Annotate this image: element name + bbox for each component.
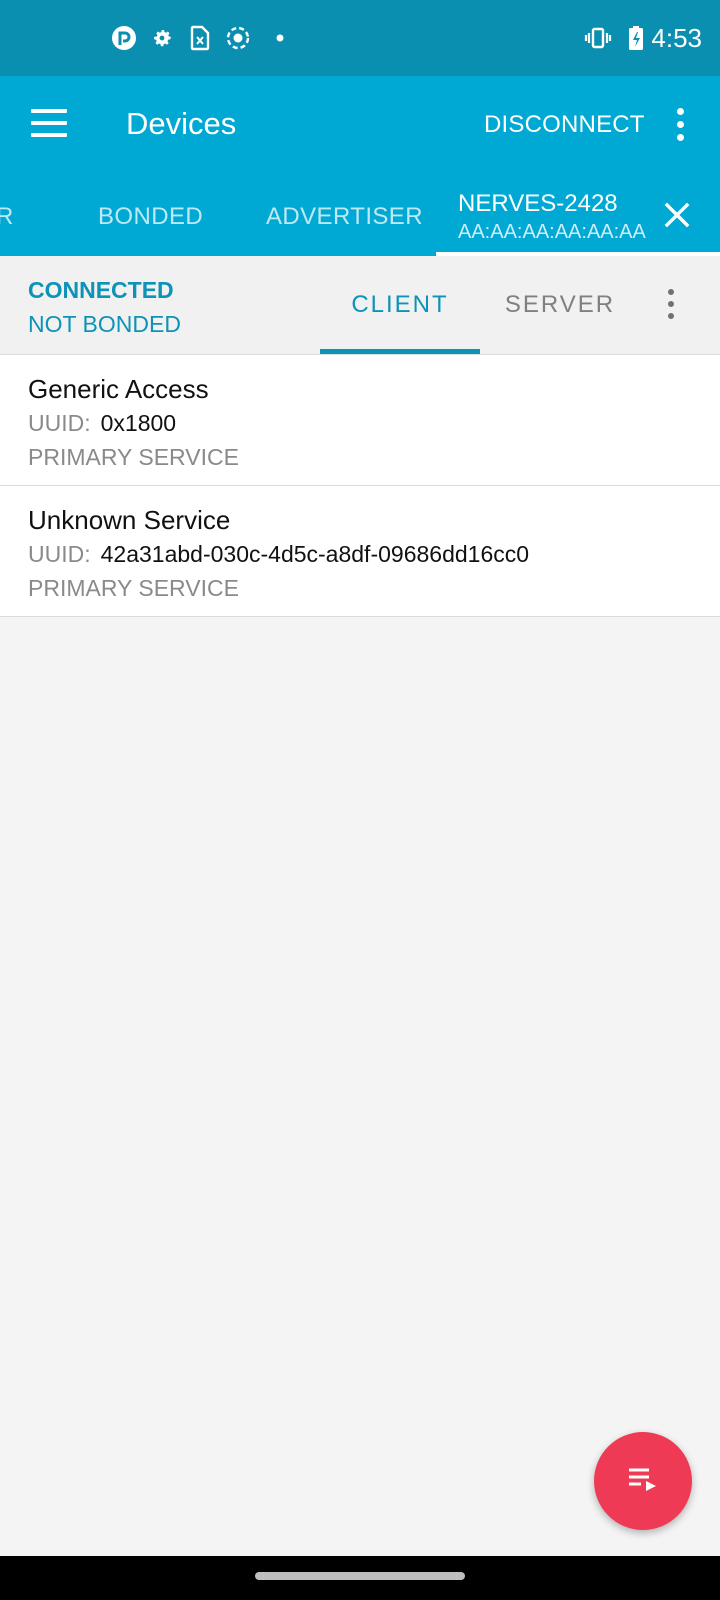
uuid-value: 0x1800	[100, 410, 177, 436]
disconnect-button[interactable]: DISCONNECT	[484, 110, 645, 140]
battery-charging-icon	[622, 24, 650, 52]
tab-client[interactable]: CLIENT	[320, 256, 480, 354]
device-mac-address: AA:AA:AA:AA:AA:AA	[458, 221, 646, 243]
settings-icon	[148, 24, 176, 52]
client-tab-indicator	[320, 349, 480, 354]
service-list: Generic Access UUID: 0x1800 PRIMARY SERVI…	[0, 355, 720, 617]
list-item[interactable]: Unknown Service UUID: 42a31abd-030c-4d5c-…	[0, 486, 720, 617]
log-playlist-icon	[626, 1465, 660, 1498]
home-gesture-handle[interactable]	[255, 1572, 465, 1580]
service-name: Generic Access	[28, 374, 209, 404]
log-fab-button[interactable]	[594, 1432, 692, 1530]
vibrate-icon	[584, 24, 612, 52]
list-item[interactable]: Generic Access UUID: 0x1800 PRIMARY SERVI…	[0, 355, 720, 486]
service-type: PRIMARY SERVICE	[28, 575, 239, 601]
connection-header: CONNECTED NOT BONDED CLIENT SERVER	[0, 256, 720, 355]
bond-state: NOT BONDED	[28, 311, 181, 337]
menu-icon[interactable]	[26, 100, 72, 146]
service-uuid: UUID: 0x1800	[28, 409, 176, 437]
service-uuid: UUID: 42a31abd-030c-4d5c-a8df-09686dd16cc…	[28, 540, 529, 568]
pocket-casts-icon	[110, 24, 138, 52]
tab-advertiser[interactable]: ADVERTISER	[266, 202, 423, 232]
status-time: 4:53	[651, 23, 702, 53]
status-bar: 4:53	[0, 0, 720, 76]
uuid-value: 42a31abd-030c-4d5c-a8df-09686dd16cc0	[100, 541, 530, 567]
uuid-label: UUID:	[28, 541, 91, 567]
connection-more-icon[interactable]	[656, 284, 686, 324]
more-options-icon[interactable]	[664, 104, 696, 144]
service-name: Unknown Service	[28, 505, 231, 535]
device-name: NERVES-2428	[458, 190, 618, 217]
service-type: PRIMARY SERVICE	[28, 444, 239, 470]
tab-device-nerves[interactable]: NERVES-2428 AA:AA:AA:AA:AA:AA	[436, 188, 720, 256]
close-icon[interactable]	[660, 198, 694, 232]
uuid-label: UUID:	[28, 410, 91, 436]
tab-scanner-partial[interactable]: R	[0, 202, 14, 232]
page-title: Devices	[126, 106, 237, 141]
notification-dot-icon	[266, 24, 294, 52]
tab-server[interactable]: SERVER	[480, 256, 640, 354]
navigation-bar	[0, 1556, 720, 1600]
app-bar: Devices DISCONNECT R BONDED ADVERTISER N…	[0, 76, 720, 256]
sim-card-icon	[186, 24, 214, 52]
connection-state: CONNECTED	[28, 277, 174, 303]
tab-bonded[interactable]: BONDED	[98, 202, 203, 232]
screen-record-icon	[224, 24, 252, 52]
